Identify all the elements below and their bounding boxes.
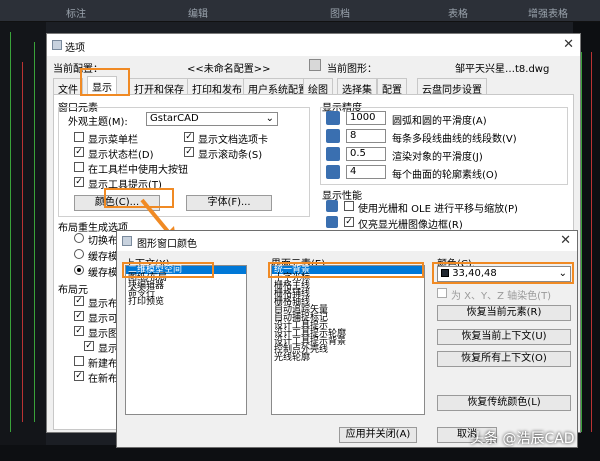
list-item[interactable]: 光线轮廓 (272, 354, 424, 363)
radio-regen-cache-all[interactable] (74, 265, 84, 275)
close-icon[interactable]: ✕ (563, 37, 574, 52)
cad-toolbar: 标注 编辑 图档 表格 增强表格 (0, 0, 600, 22)
theme-select[interactable]: GstarCAD ⌄ (146, 112, 278, 126)
watermark: 头条 @浩辰CAD (470, 431, 575, 447)
checkbox-layout-3-label: 显示图 (88, 329, 118, 340)
options-app-icon (52, 40, 62, 50)
tab-profiles[interactable]: 配置 (377, 78, 407, 96)
color-dialog-title: 图形窗口颜色 (137, 239, 197, 250)
color-dialog-app-icon (122, 236, 132, 246)
restore-current-context-button[interactable]: 恢复当前上下文(U) (437, 329, 571, 345)
tab-files[interactable]: 文件 (53, 78, 83, 96)
theme-label: 外观主题(M): (68, 117, 128, 128)
checkbox-layout-6-label: 在新布 (88, 374, 118, 385)
restore-classic-colors-button[interactable]: 恢复传统颜色(L) (437, 395, 571, 411)
checkbox-xyz-tint-label: 为 X、Y、Z 轴染色(T) (451, 291, 552, 302)
list-item[interactable]: 打印预览 (126, 298, 246, 307)
radio-regen-switch-label: 切换布 (88, 236, 118, 247)
toolbar-drawing[interactable]: 图档 (330, 5, 350, 20)
checkbox-layout-6[interactable]: ✓ (74, 371, 84, 381)
close-icon[interactable]: ✕ (560, 233, 571, 248)
precision-polyline-icon (326, 129, 340, 143)
precision-contour-icon (326, 165, 340, 179)
checkbox-layout-4[interactable]: ✓ (84, 341, 94, 351)
precision-contour-label: 每个曲面的轮廓素线(O) (392, 170, 498, 181)
radio-regen-cache-model[interactable] (74, 249, 84, 259)
drawing-file-icon (309, 59, 321, 71)
radio-regen-cache-all-label: 缓存模 (88, 268, 118, 279)
checkbox-layout-1[interactable]: ✓ (74, 296, 84, 306)
chevron-down-icon: ⌄ (265, 113, 274, 124)
highlight-context-item (122, 262, 214, 278)
arrow-to-dialog-line (140, 198, 172, 236)
checkbox-document-tabs-label: 显示文档选项卡 (198, 135, 268, 146)
toolbar-enhanced-table[interactable]: 增强表格 (528, 5, 568, 20)
precision-arc-label: 圆弧和圆的平滑度(A) (392, 116, 487, 127)
checkbox-layout-3[interactable]: ✓ (74, 326, 84, 336)
checkbox-large-buttons-label: 在工具栏中使用大按钮 (88, 165, 188, 176)
precision-arc-input[interactable]: 1000 (346, 111, 386, 125)
precision-render-icon (326, 147, 340, 161)
checkbox-layout-2[interactable]: ✓ (74, 311, 84, 321)
checkbox-layout-5[interactable] (74, 356, 84, 366)
tab-drafting[interactable]: 绘图 (303, 78, 333, 96)
checkbox-show-menubar[interactable] (74, 132, 84, 142)
toolbar-edit[interactable]: 编辑 (188, 5, 208, 20)
checkbox-document-tabs[interactable]: ✓ (184, 132, 194, 142)
checkbox-xyz-tint[interactable] (437, 288, 447, 298)
highlight-element-item (268, 262, 424, 278)
checkbox-layout-4-label: 显示 (98, 344, 118, 355)
checkbox-show-statusbar-label: 显示状态栏(D) (88, 150, 154, 161)
layout-elements-heading: 布局元 (58, 285, 88, 296)
toolbar-table[interactable]: 表格 (448, 5, 468, 20)
radio-regen-cache-model-label: 缓存模 (88, 252, 118, 263)
highlight-display-tab (80, 68, 130, 96)
checkbox-scrollbars[interactable]: ✓ (184, 147, 194, 157)
checkbox-show-tooltips[interactable]: ✓ (74, 177, 84, 187)
tab-cloud-sync[interactable]: 云盘同步设置 (417, 78, 487, 96)
checkbox-layout-1-label: 显示布 (88, 299, 118, 310)
options-titlebar: 选项 ✕ (47, 34, 580, 56)
options-title: 选项 (65, 43, 85, 54)
current-profile-value: <<未命名配置>> (187, 64, 271, 75)
checkbox-show-statusbar[interactable]: ✓ (74, 147, 84, 157)
color-dialog-titlebar: 图形窗口颜色 ✕ (117, 231, 577, 251)
precision-polyline-label: 每条多段线曲线的线段数(V) (392, 134, 517, 145)
tab-selection[interactable]: 选择集 (337, 78, 377, 96)
tab-plot-publish[interactable]: 打印和发布 (187, 78, 247, 96)
checkbox-large-buttons[interactable] (74, 162, 84, 172)
checkbox-show-menubar-label: 显示菜单栏 (88, 135, 138, 146)
context-list[interactable]: 二维模型空间 图纸/布局 块编辑器 命令行 打印预览 (125, 265, 247, 415)
restore-current-element-button[interactable]: 恢复当前元素(R) (437, 305, 571, 321)
apply-close-button[interactable]: 应用并关闭(A) (339, 427, 417, 443)
toolbar-annotate[interactable]: 标注 (66, 5, 86, 20)
precision-contour-input[interactable]: 4 (346, 165, 386, 179)
current-drawing-value: 邹平天兴星…t8.dwg (455, 64, 550, 75)
elements-list[interactable]: 统一背景 十字光标 栅格主线 栅格辅线 栅格轴线 自动追踪矢量 自动捕捉标记 设… (271, 265, 425, 415)
highlight-color-select (432, 262, 574, 284)
precision-arc-icon (326, 111, 340, 125)
checkbox-layout-5-label: 新建布 (88, 359, 118, 370)
current-drawing-label: 当前图形： (327, 64, 377, 75)
checkbox-scrollbars-label: 显示滚动条(S) (198, 150, 263, 161)
radio-regen-switch[interactable] (74, 233, 84, 243)
precision-render-label: 渲染对象的平滑度(J) (392, 152, 483, 163)
checkbox-layout-2-label: 显示可 (88, 314, 118, 325)
precision-polyline-input[interactable]: 8 (346, 129, 386, 143)
tab-open-save[interactable]: 打开和保存 (129, 78, 189, 96)
restore-all-contexts-button[interactable]: 恢复所有上下文(O) (437, 351, 571, 367)
cad-drawing-area-left (0, 22, 46, 461)
precision-render-input[interactable]: 0.5 (346, 147, 386, 161)
